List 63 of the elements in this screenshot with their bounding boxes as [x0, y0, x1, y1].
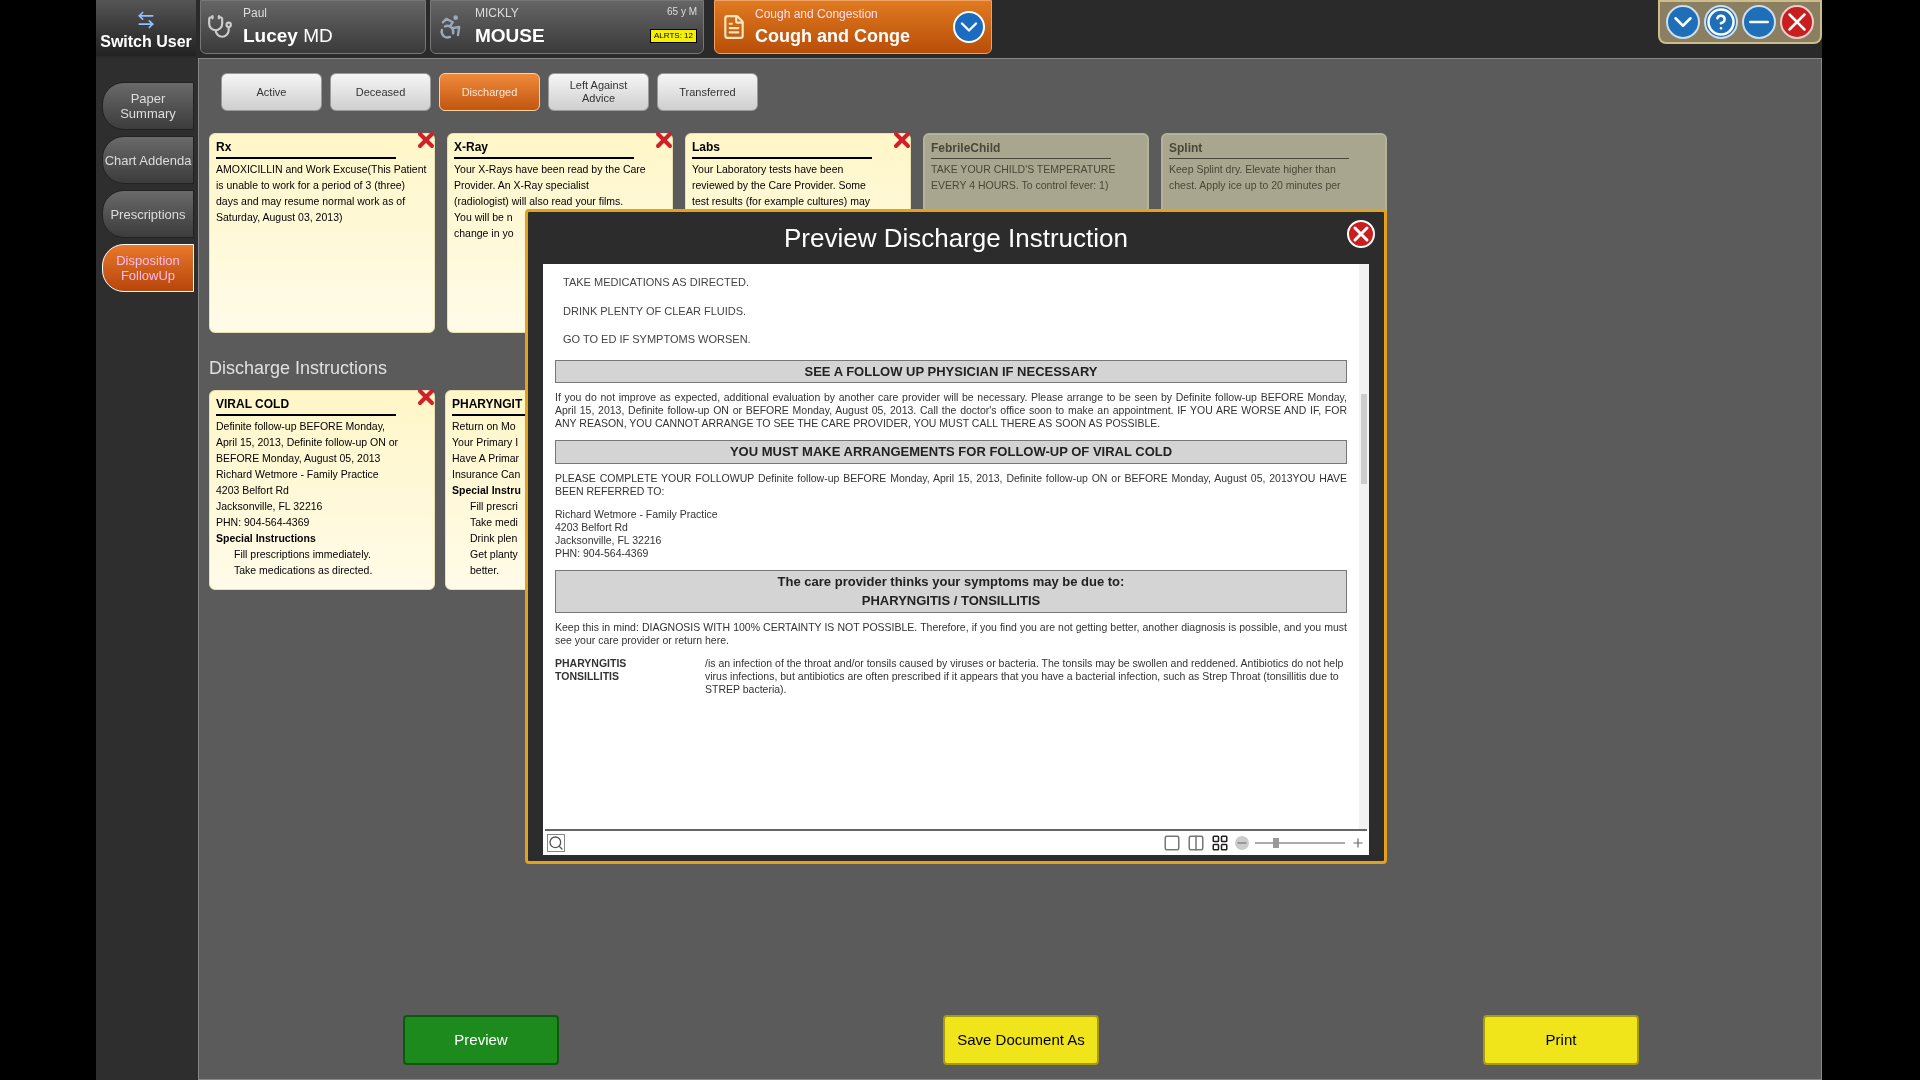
section-banner: SEE A FOLLOW UP PHYSICIAN IF NECESSARY	[555, 359, 1347, 383]
provider-name: Lucey MD	[243, 23, 333, 48]
card-text: Richard Wetmore - Family Practice	[216, 467, 379, 482]
card-text: Jacksonville, FL 32216	[216, 499, 323, 514]
card-text: Take medi	[470, 515, 518, 530]
card-text: AMOXICILLIN and Work Excuse(This Patient is unable to work for a period of 3 (three) days and may resume normal work as of Saturday, August 03, 2013)	[216, 162, 428, 225]
patient-age-sex: 65 y M	[667, 4, 697, 19]
card-text: change in yo	[454, 226, 514, 241]
card-text: TAKE YOUR CHILD'S TEMPERATURE	[931, 162, 1116, 177]
card-text: You will be n	[454, 210, 513, 225]
section-heading: Discharge Instructions	[209, 357, 388, 380]
card-text: April 15, 2013, Definite follow-up ON or	[216, 435, 399, 450]
patient-last-name: MOUSE	[475, 23, 545, 48]
card-title: Rx	[216, 138, 396, 159]
card-text: Get planty	[470, 547, 518, 562]
card-title: VIRAL COLD	[216, 395, 396, 416]
address-line: 4203 Belfort Rd	[555, 520, 629, 534]
card-text: Definite follow-up BEFORE Monday,	[216, 419, 386, 434]
card-text: Fill prescri	[470, 499, 518, 514]
card-text: better.	[470, 563, 500, 578]
card-text: Take medications as directed.	[234, 563, 373, 578]
address-line: PHN: 904-564-4369	[555, 546, 650, 560]
card-text: Insurance Can	[452, 467, 521, 482]
complaint-subtitle: Cough and Congestion	[755, 5, 879, 23]
document-line: DRINK PLENTY OF CLEAR FLUIDS.	[562, 303, 748, 319]
card-text: reviewed by the Care Provider. Some	[692, 178, 866, 193]
section-banner: The care provider thinks your symptoms may be due to: PHARYNGITIS / TONSILLITIS	[555, 569, 1347, 613]
card-title: FebrileChild	[931, 139, 1111, 159]
card-text: Have A Primar	[452, 451, 520, 466]
card-text: Your X-Rays have been read by the Care	[454, 162, 646, 177]
card-text: Return on Mo	[452, 419, 516, 434]
card-text: Your Laboratory tests have been	[692, 162, 844, 177]
card-title: Splint	[1169, 139, 1349, 159]
card-text: BEFORE Monday, August 05, 2013	[216, 451, 381, 466]
provider-first-name: Paul	[243, 4, 269, 22]
patient-first-name: MICKLY	[475, 4, 519, 22]
address-line: Jacksonville, FL 32216	[555, 533, 663, 547]
card-title: X-Ray	[454, 138, 634, 159]
document-line: TAKE MEDICATIONS AS DIRECTED.	[562, 275, 750, 290]
dialog-title: Preview Discharge Instruction	[784, 221, 1128, 255]
card-text: PHN: 904-564-4369	[216, 515, 310, 530]
definition-term: PHARYNGITIS	[555, 656, 628, 670]
card-title: Labs	[692, 138, 872, 159]
card-text: Keep Splint dry. Elevate higher than	[1169, 162, 1336, 177]
card-text: chest. Apply ice up to 20 minutes per	[1169, 178, 1341, 193]
document-line: GO TO ED IF SYMPTOMS WORSEN.	[562, 332, 752, 347]
document-paragraph: Keep this in mind: DIAGNOSIS WITH 100% CERTAINTY IS NOT POSSIBLE. Therefore, if you find you are not getting better, another diagnosis is possible, and you must see your care provider or return here.	[555, 620, 1347, 647]
complaint-title: Cough and Conge	[755, 24, 911, 48]
card-text: Provider. An X-Ray specialist	[454, 178, 589, 193]
card-text: Fill prescriptions immediately.	[234, 547, 371, 562]
card-text: Special Instructions	[216, 531, 316, 546]
section-banner: YOU MUST MAKE ARRANGEMENTS FOR FOLLOW-UP OF VIRAL COLD	[555, 440, 1347, 464]
card-text: 4203 Belfort Rd	[216, 483, 289, 498]
card-text: test results (for example cultures) may	[692, 194, 870, 209]
card-text: Your Primary I	[452, 435, 519, 450]
card-text: EVERY 4 HOURS. To control fever: 1)	[931, 178, 1109, 193]
definition-text: /is an infection of the throat and/or tonsils caused by viruses or bacteria. The tonsils may be swollen and reddened. Antibiotics do not help virus infections, but antibiotics are often prescribed if it appears that you have a bacterial infection, such as Strep Throat (tonsillitis due to STREP bacteria).	[705, 656, 1345, 696]
card-text: Special Instru	[452, 483, 521, 498]
address-line: Richard Wetmore - Family Practice	[555, 507, 719, 521]
document-paragraph: PLEASE COMPLETE YOUR FOLLOWUP Definite follow-up BEFORE Monday, April 15, 2013, Definite follow-up ON or BEFORE Monday, August 05, 2013YOU HAVE BEEN REFERRED TO:	[555, 471, 1347, 498]
card-text: Drink plen	[470, 531, 518, 546]
definition-term: TONSILLITIS	[555, 669, 620, 683]
card-text: (radiologist) will also read your films.	[454, 194, 624, 209]
